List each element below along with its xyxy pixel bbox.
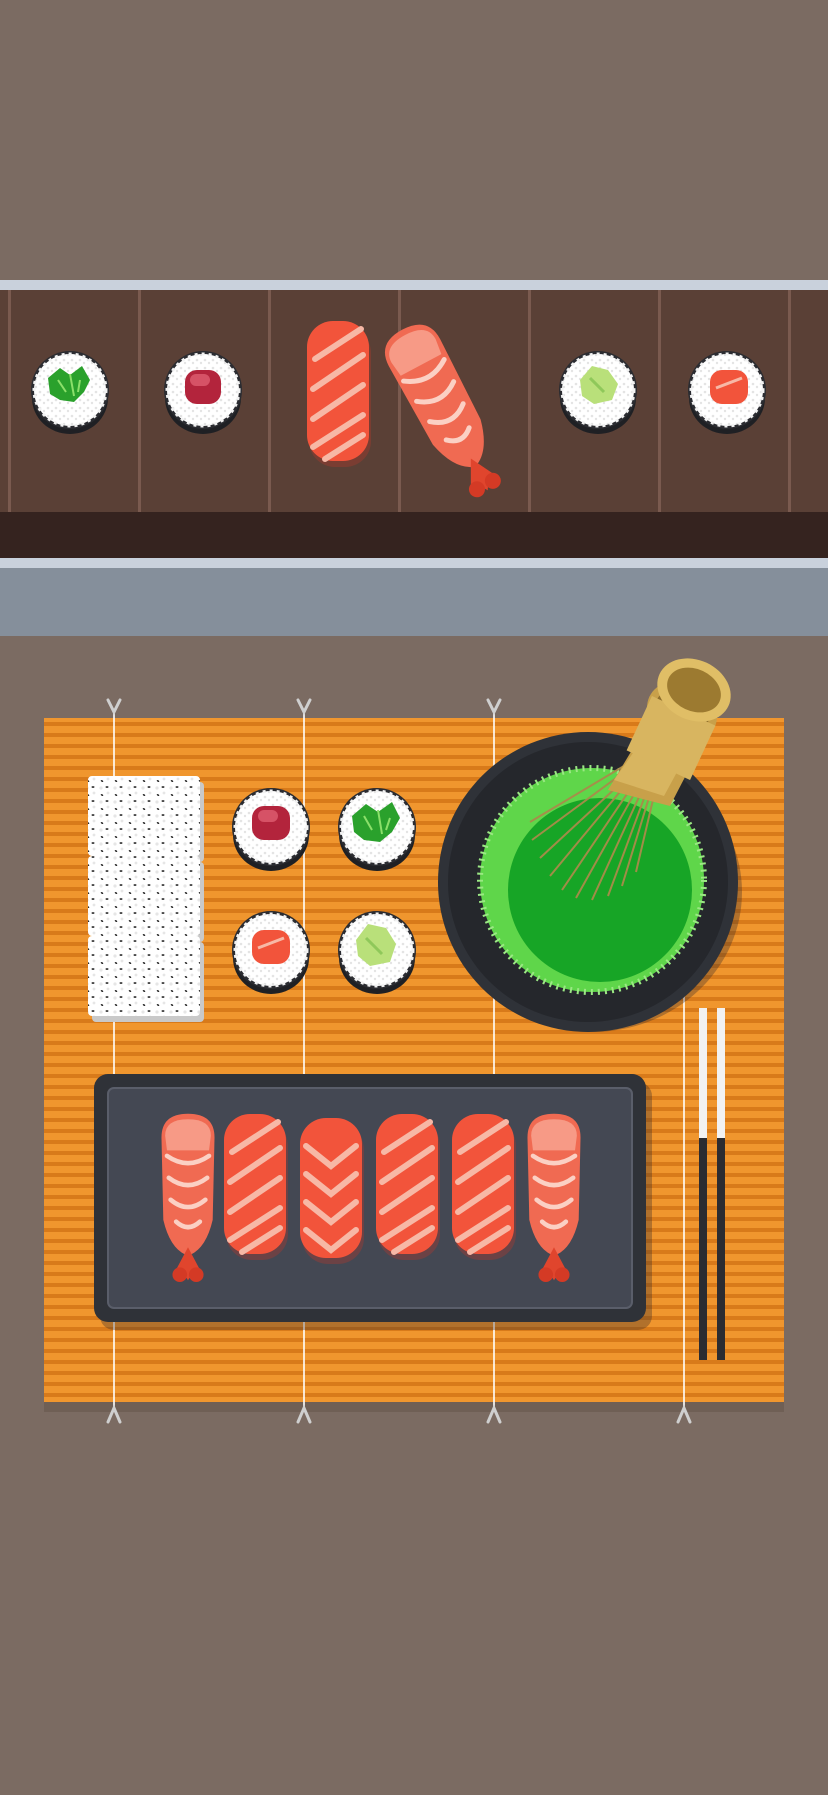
- onigiri-stack: [88, 776, 204, 1022]
- sushi-scene: [0, 280, 828, 1424]
- conveyor-salmon-maki: [686, 349, 768, 436]
- conveyor-tuna-maki: [162, 349, 244, 436]
- conveyor-avocado-maki: [557, 349, 639, 436]
- conveyor-cucumber-maki: [29, 349, 111, 436]
- mat-tuna-maki: [230, 786, 312, 873]
- mat-salmon-maki: [230, 909, 312, 996]
- tray-salmon-nigiri-3: [376, 1114, 440, 1260]
- tray-salmon-nigiri-4: [452, 1114, 516, 1260]
- mat-avocado-maki: [336, 909, 418, 996]
- tray-salmon-nigiri-2: [300, 1118, 364, 1264]
- conveyor-salmon-nigiri: [307, 321, 371, 467]
- tray-salmon-nigiri-1: [224, 1114, 288, 1260]
- mat-cucumber-maki: [336, 786, 418, 873]
